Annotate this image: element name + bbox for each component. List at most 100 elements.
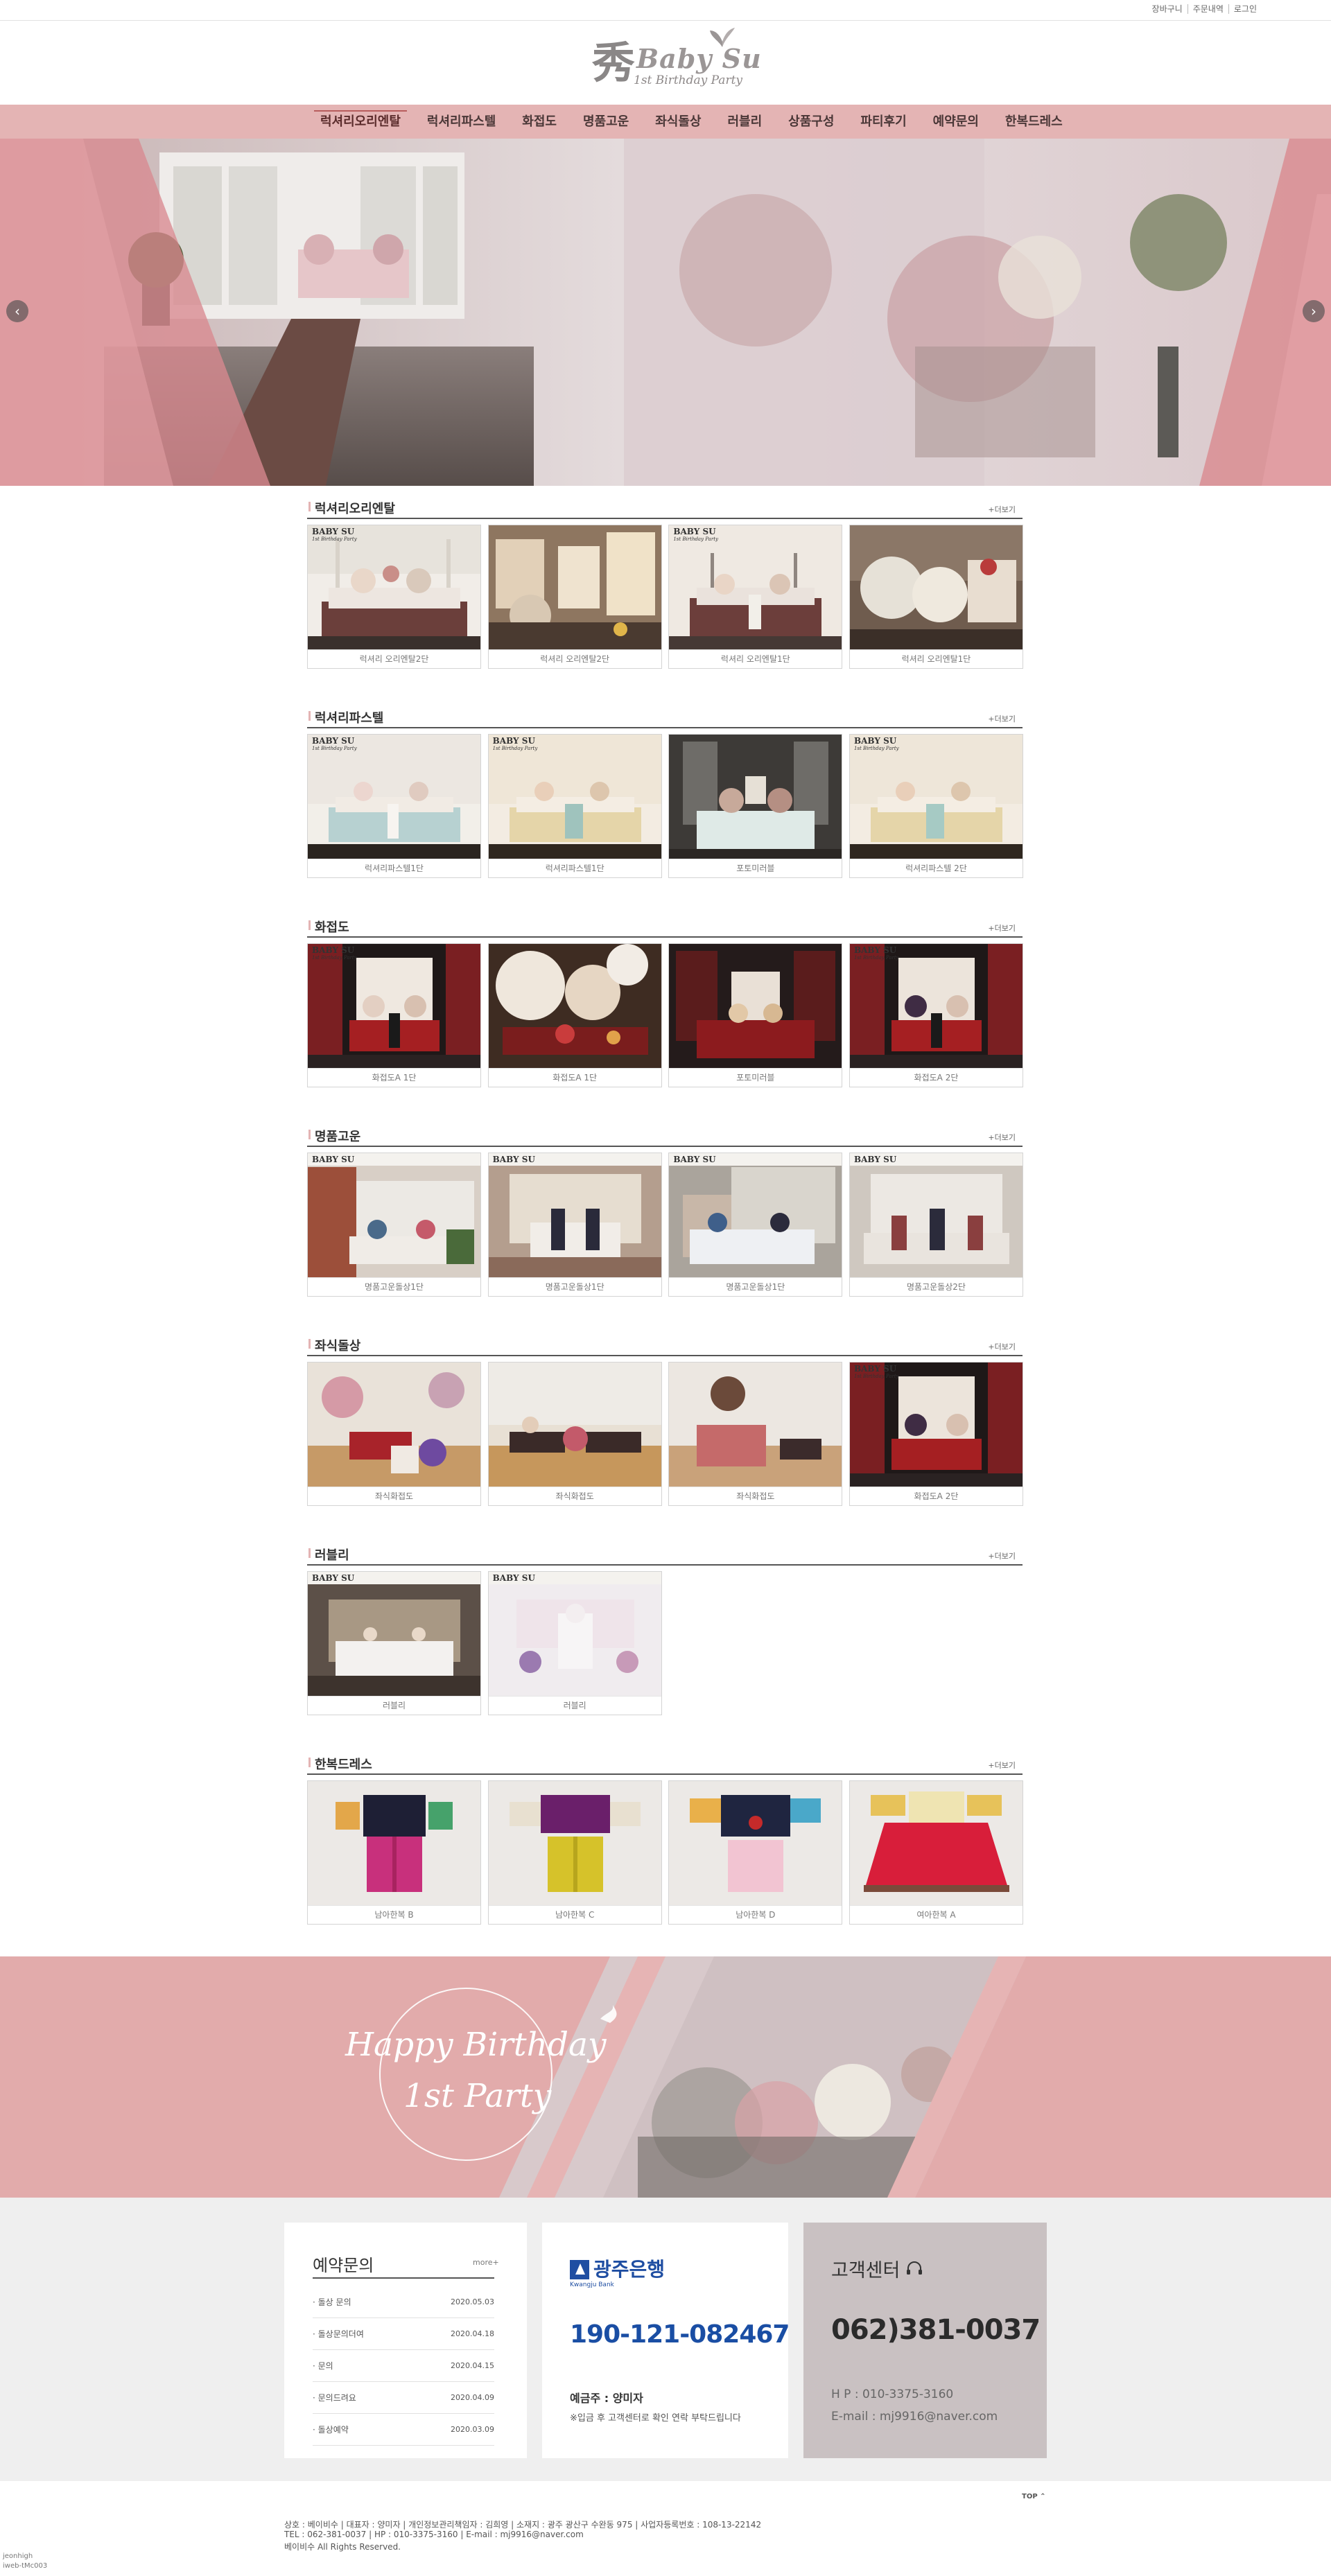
product-card[interactable]: 럭셔리 오리엔탈2단 <box>487 525 662 669</box>
nav-luxury-pastel[interactable]: 럭셔리파스텔 <box>414 105 509 139</box>
slider-prev-button[interactable]: ‹ <box>6 300 28 322</box>
product-card[interactable]: BABY SU 1st Birthday Party 럭셔리 오리엔탈1단 <box>668 525 843 669</box>
site-logo[interactable]: 秀 Baby Su 1st Birthday Party <box>589 26 761 96</box>
product-card[interactable]: 남아한복 B <box>307 1780 481 1925</box>
list-item[interactable]: · 문의 2020.04.15 <box>313 2350 494 2382</box>
more-link[interactable]: +더보기 <box>988 713 1016 724</box>
product-image: BABY SU <box>488 1572 661 1696</box>
more-link[interactable]: +더보기 <box>988 922 1016 934</box>
product-card[interactable]: BABY SU 명품고운돌상1단 <box>668 1153 843 1297</box>
brand-watermark: BABY SU <box>853 1155 897 1164</box>
product-card[interactable]: BABY SU 러블리 <box>487 1571 662 1715</box>
product-card[interactable]: 남아한복 C <box>487 1780 662 1925</box>
nav-floor-table[interactable]: 좌식돌상 <box>642 105 714 139</box>
company-info: 상호 : 베이비수 | 대표자 : 양미자 | 개인정보관리책임자 : 김희영 … <box>284 2520 762 2530</box>
product-card[interactable]: 여아한복 A <box>849 1780 1023 1925</box>
section-hwajeopdo: 화접도 +더보기 BABY SU 1st Birthday Party 화접도A … <box>307 913 1023 1087</box>
product-card[interactable]: 좌식화접도 <box>307 1362 481 1506</box>
nav-hwajeopdo[interactable]: 화접도 <box>509 105 570 139</box>
slider-next-button[interactable]: › <box>1303 300 1325 322</box>
list-item[interactable]: · 돌상문의더여 2020.04.18 <box>313 2318 494 2350</box>
product-card[interactable]: 화접도A 1단 <box>487 943 662 1087</box>
banner-background <box>0 1956 1331 2198</box>
contact-info: TEL : 062-381-0037 | HP : 010-3375-3160 … <box>284 2530 584 2539</box>
section-header: 럭셔리오리엔탈 +더보기 <box>307 494 1023 519</box>
product-caption: 러블리 <box>308 1696 480 1715</box>
customer-center-hp: H P : 010-3375-3160 <box>831 2387 954 2401</box>
section-floor-table: 좌식돌상 +더보기 좌식화접도 좌식화접도 좌식화접도 BABY SU 1st B… <box>307 1331 1023 1506</box>
product-caption: 명품고운돌상1단 <box>669 1277 842 1296</box>
product-card[interactable]: BABY SU 1st Birthday Party 럭셔리 오리엔탈2단 <box>307 525 481 669</box>
product-image: BABY SU <box>849 1153 1023 1277</box>
section-luxury-pastel: 럭셔리파스텔 +더보기 BABY SU 1st Birthday Party 럭셔… <box>307 703 1023 878</box>
utility-links: 장바구니 주문내역 로그인 <box>1147 4 1262 14</box>
product-caption: 명품고운돌상1단 <box>308 1277 480 1296</box>
section-lovely: 러블리 +더보기 BABY SU 러블리 BABY SU 러블리 <box>307 1541 1023 1715</box>
list-item[interactable]: · 돌상예약 2020.03.09 <box>313 2414 494 2446</box>
nav-luxury-oriental[interactable]: 럭셔리오리엔탈 <box>307 105 414 139</box>
product-card[interactable]: BABY SU 1st Birthday Party 럭셔리파스텔1단 <box>307 734 481 878</box>
product-card[interactable]: BABY SU 명품고운돌상1단 <box>307 1153 481 1297</box>
reservation-more-link[interactable]: more+ <box>473 2258 499 2267</box>
birthday-banner: Happy Birthday 1st Party <box>0 1956 1331 2198</box>
product-card[interactable]: BABY SU 1st Birthday Party 럭셔리파스텔 2단 <box>849 734 1023 878</box>
product-image: BABY SU <box>669 1153 842 1277</box>
nav-reservation[interactable]: 예약문의 <box>920 105 992 139</box>
product-card[interactable]: 좌식화접도 <box>487 1362 662 1506</box>
brand-watermark: BABY SU <box>312 1155 355 1164</box>
product-image <box>669 735 842 859</box>
product-card[interactable]: 포토미러블 <box>668 734 843 878</box>
login-link[interactable]: 로그인 <box>1228 4 1262 14</box>
cart-link[interactable]: 장바구니 <box>1147 4 1188 14</box>
product-card[interactable]: BABY SU 1st Birthday Party 화접도A 2단 <box>849 943 1023 1087</box>
product-card[interactable]: BABY SU 1st Birthday Party 럭셔리파스텔1단 <box>487 734 662 878</box>
product-caption: 남아한복 D <box>669 1905 842 1924</box>
nav-premium-goun[interactable]: 명품고운 <box>570 105 642 139</box>
section-header: 러블리 +더보기 <box>307 1541 1023 1566</box>
brand-watermark: BABY SU <box>492 1573 535 1583</box>
customer-center-email: E-mail : mj9916@naver.com <box>831 2410 998 2424</box>
product-caption: 포토미러블 <box>669 1068 842 1087</box>
nav-product-config[interactable]: 상품구성 <box>775 105 847 139</box>
product-card[interactable]: 남아한복 D <box>668 1780 843 1925</box>
back-to-top-button[interactable]: TOP ⌃ <box>1022 2493 1046 2500</box>
product-caption: 좌식화접도 <box>488 1487 661 1505</box>
more-link[interactable]: +더보기 <box>988 504 1016 515</box>
order-history-link[interactable]: 주문내역 <box>1187 4 1228 14</box>
more-link[interactable]: +더보기 <box>988 1760 1016 1771</box>
brand-watermark: BABY SU 1st Birthday Party <box>312 736 357 751</box>
reservation-list: · 돌상 문의 2020.05.03 · 돌상문의더여 2020.04.18 · 문… <box>313 2286 494 2446</box>
bank-name: 광주은행 <box>593 2258 666 2281</box>
product-card[interactable]: 포토미러블 <box>668 943 843 1087</box>
more-link[interactable]: +더보기 <box>988 1132 1016 1143</box>
product-card[interactable]: 좌식화접도 <box>668 1362 843 1506</box>
list-item[interactable]: · 돌상 문의 2020.05.03 <box>313 2286 494 2318</box>
product-card[interactable]: BABY SU 명품고운돌상2단 <box>849 1153 1023 1297</box>
nav-party-review[interactable]: 파티후기 <box>847 105 919 139</box>
product-card[interactable]: BABY SU 1st Birthday Party 화접도A 1단 <box>307 943 481 1087</box>
section-title: 화접도 <box>308 918 349 936</box>
more-link[interactable]: +더보기 <box>988 1550 1016 1561</box>
product-image <box>669 1363 842 1487</box>
brand-watermark: BABY SU 1st Birthday Party <box>312 527 357 542</box>
product-card[interactable]: 럭셔리 오리엔탈1단 <box>849 525 1023 669</box>
more-link[interactable]: +더보기 <box>988 1341 1016 1352</box>
nav-hanbok-dress[interactable]: 한복드레스 <box>992 105 1076 139</box>
nav-lovely[interactable]: 러블리 <box>714 105 775 139</box>
product-caption: 남아한복 C <box>488 1905 661 1924</box>
section-header: 명품고운 +더보기 <box>307 1122 1023 1147</box>
product-image <box>488 1363 661 1487</box>
product-image: BABY SU 1st Birthday Party <box>849 735 1023 859</box>
product-caption: 화접도A 2단 <box>849 1487 1023 1505</box>
product-caption: 럭셔리 오리엔탈2단 <box>308 649 480 668</box>
list-item[interactable]: · 문의드려요 2020.04.09 <box>313 2382 494 2414</box>
section-header: 한복드레스 +더보기 <box>307 1750 1023 1775</box>
customer-center-tel: 062)381-0037 <box>831 2314 1041 2346</box>
product-card[interactable]: BABY SU 명품고운돌상1단 <box>487 1153 662 1297</box>
product-image: BABY SU 1st Birthday Party <box>308 525 480 649</box>
brand-watermark: BABY SU <box>312 1573 355 1583</box>
product-card[interactable]: BABY SU 1st Birthday Party 화접도A 2단 <box>849 1362 1023 1506</box>
product-caption: 러블리 <box>488 1696 661 1715</box>
product-card[interactable]: BABY SU 러블리 <box>307 1571 481 1715</box>
chevron-left-icon: ‹ <box>15 303 20 319</box>
